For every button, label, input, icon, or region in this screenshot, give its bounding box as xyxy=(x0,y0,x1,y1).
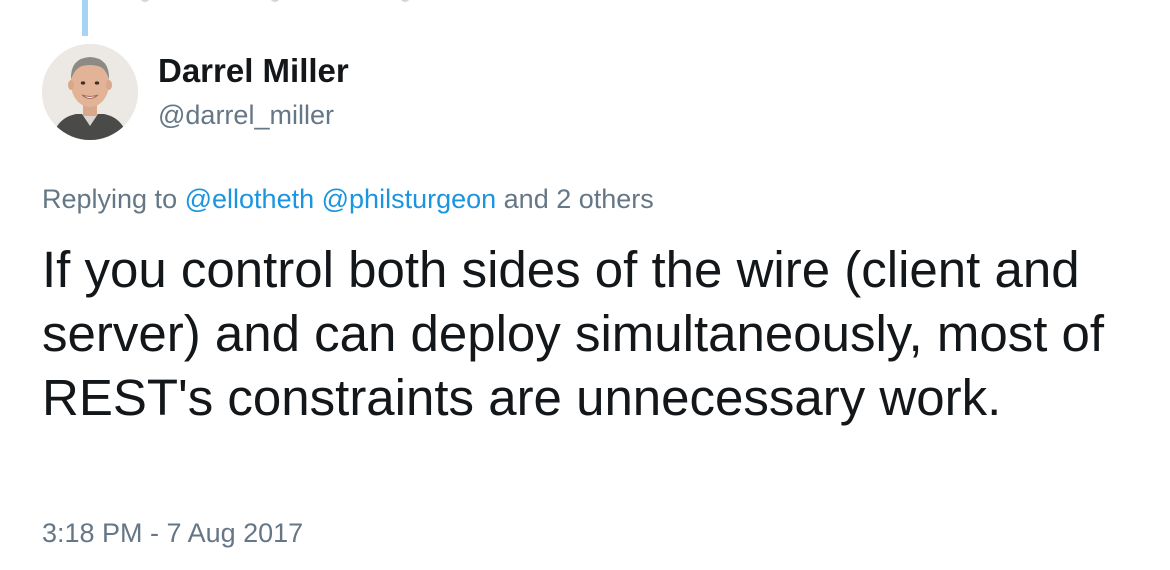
mention-link-ellotheth[interactable]: @ellotheth xyxy=(185,184,315,214)
profile-photo-icon xyxy=(42,44,138,140)
replying-to-prefix: Replying to xyxy=(42,184,178,214)
replying-to-line: Replying to @ellotheth @philsturgeon and… xyxy=(42,182,654,216)
avatar[interactable] xyxy=(42,44,138,140)
mention-link-philsturgeon[interactable]: @philsturgeon xyxy=(322,184,497,214)
tweet-timestamp[interactable]: 3:18 PM - 7 Aug 2017 xyxy=(42,516,303,550)
tweet-text: If you control both sides of the wire (c… xyxy=(42,241,1105,426)
replying-to-others[interactable]: and 2 others xyxy=(504,184,654,214)
author-handle[interactable]: @darrel_miller xyxy=(158,98,334,132)
author-display-name[interactable]: Darrel Miller xyxy=(158,51,349,91)
previous-tweet-clipped xyxy=(140,0,540,2)
thread-connector-line xyxy=(82,0,88,36)
